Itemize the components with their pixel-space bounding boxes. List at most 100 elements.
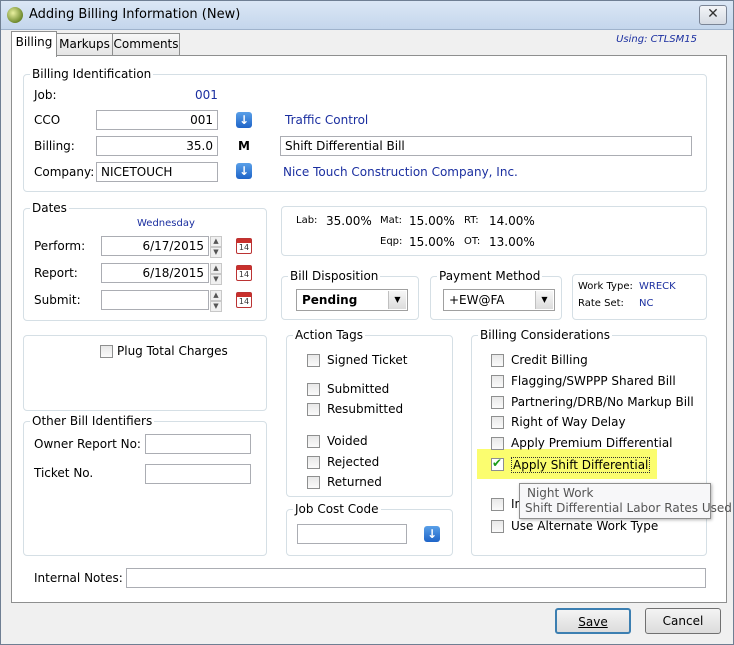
alternate-work-type-label: Use Alternate Work Type <box>511 519 659 533</box>
cco-input[interactable]: 001 <box>96 110 218 130</box>
group-title: Dates <box>30 201 69 215</box>
tooltip-line-1: Night Work <box>527 486 594 500</box>
report-label: Report: <box>34 266 78 280</box>
perform-date-input[interactable]: 6/17/2015 <box>101 236 209 256</box>
resubmitted-label: Resubmitted <box>327 402 404 416</box>
tab-comments[interactable]: Comments <box>112 33 180 56</box>
billing-description-input[interactable]: Shift Differential Bill <box>280 136 692 156</box>
group-title: Action Tags <box>293 328 365 342</box>
in-checkbox[interactable] <box>491 498 504 511</box>
flagging-label: Flagging/SWPPP Shared Bill <box>511 374 676 388</box>
work-type-value: WRECK <box>639 281 676 292</box>
mat-value: 15.00% <box>409 214 455 228</box>
cco-lookup-arrow-icon[interactable]: ↓ <box>236 112 252 128</box>
signed-ticket-checkbox[interactable] <box>307 354 320 367</box>
submitted-label: Submitted <box>327 382 390 396</box>
resubmitted-checkbox[interactable] <box>307 403 320 416</box>
alternate-work-type-checkbox[interactable] <box>491 520 504 533</box>
premium-differential-checkbox[interactable] <box>491 437 504 450</box>
signed-ticket-label: Signed Ticket <box>327 353 408 367</box>
billing-input[interactable]: 35.0 <box>96 136 218 156</box>
job-cost-lookup-arrow-icon[interactable]: ↓ <box>424 526 440 542</box>
perform-calendar-icon[interactable]: 14 <box>236 238 252 254</box>
shift-differential-label: Apply Shift Differential <box>511 457 651 473</box>
ticket-input[interactable] <box>145 464 251 484</box>
title-bar: Adding Billing Information (New) ✕ <box>1 1 733 30</box>
internal-notes-input[interactable] <box>126 568 706 588</box>
partnering-checkbox[interactable] <box>491 396 504 409</box>
save-button[interactable]: Save <box>555 608 631 634</box>
save-button-label: Save <box>578 615 608 629</box>
eqp-label: Eqp: <box>380 236 403 247</box>
shift-differential-checkbox[interactable] <box>491 456 504 471</box>
perform-label: Perform: <box>34 239 86 253</box>
dropdown-arrow-icon[interactable]: ▼ <box>388 291 406 309</box>
ticket-label: Ticket No. <box>34 466 94 480</box>
perform-spinner[interactable]: ▲ ▼ <box>210 236 222 258</box>
rt-value: 14.00% <box>489 214 535 228</box>
ot-value: 13.00% <box>489 235 535 249</box>
submit-spinner[interactable]: ▲ ▼ <box>210 290 222 312</box>
group-title: Payment Method <box>437 269 543 283</box>
cancel-button[interactable]: Cancel <box>645 608 721 634</box>
submit-label: Submit: <box>34 293 81 307</box>
billing-window: Adding Billing Information (New) ✕ Billi… <box>0 0 734 645</box>
company-lookup-arrow-icon[interactable]: ↓ <box>236 163 252 179</box>
eqp-value: 15.00% <box>409 235 455 249</box>
returned-label: Returned <box>327 475 382 489</box>
partnering-label: Partnering/DRB/No Markup Bill <box>511 395 694 409</box>
report-spinner[interactable]: ▲ ▼ <box>210 263 222 285</box>
weekday-label: Wednesday <box>137 218 195 229</box>
company-label: Company: <box>34 165 95 179</box>
owner-report-input[interactable] <box>145 434 251 454</box>
job-label: Job: <box>34 88 57 102</box>
rate-set-value: NC <box>639 298 654 309</box>
rate-set-label: Rate Set: <box>578 298 624 309</box>
bill-disposition-select[interactable]: Pending ▼ <box>296 289 408 311</box>
group-title: Other Bill Identifiers <box>30 414 155 428</box>
lab-label: Lab: <box>296 215 318 226</box>
returned-checkbox[interactable] <box>307 476 320 489</box>
right-of-way-label: Right of Way Delay <box>511 415 626 429</box>
job-cost-code-input[interactable] <box>297 524 407 544</box>
premium-differential-label: Apply Premium Differential <box>511 436 673 450</box>
company-input[interactable]: NICETOUCH <box>96 162 218 182</box>
shift-differential-tooltip: Night Work Shift Differential Labor Rate… <box>519 483 732 519</box>
right-of-way-checkbox[interactable] <box>491 416 504 429</box>
credit-billing-label: Credit Billing <box>511 353 588 367</box>
window-title: Adding Billing Information (New) <box>29 7 241 22</box>
rejected-checkbox[interactable] <box>307 456 320 469</box>
group-title: Billing Identification <box>30 67 154 81</box>
mat-label: Mat: <box>380 215 403 226</box>
submit-calendar-icon[interactable]: 14 <box>236 292 252 308</box>
owner-report-label: Owner Report No: <box>34 437 141 451</box>
tab-billing[interactable]: Billing <box>11 31 57 57</box>
flagging-checkbox[interactable] <box>491 375 504 388</box>
voided-checkbox[interactable] <box>307 435 320 448</box>
billing-label: Billing: <box>34 139 75 153</box>
payment-method-select[interactable]: +EW@FA ▼ <box>443 289 555 311</box>
lab-value: 35.00% <box>326 214 372 228</box>
report-calendar-icon[interactable]: 14 <box>236 265 252 281</box>
dropdown-arrow-icon[interactable]: ▼ <box>535 291 553 309</box>
close-icon[interactable]: ✕ <box>699 5 727 25</box>
rejected-label: Rejected <box>327 455 380 469</box>
plug-total-checkbox[interactable] <box>100 345 113 358</box>
work-type-label: Work Type: <box>578 281 633 292</box>
internal-notes-label: Internal Notes: <box>34 571 123 585</box>
rt-label: RT: <box>464 215 479 226</box>
submitted-checkbox[interactable] <box>307 383 320 396</box>
credit-billing-checkbox[interactable] <box>491 354 504 367</box>
cco-description: Traffic Control <box>285 113 369 127</box>
using-label: Using: CTLSM15 <box>616 34 697 45</box>
report-date-input[interactable]: 6/18/2015 <box>101 263 209 283</box>
tab-markups[interactable]: Markups <box>56 33 113 56</box>
payment-method-value: +EW@FA <box>449 293 505 307</box>
group-title: Bill Disposition <box>288 269 381 283</box>
ot-label: OT: <box>464 236 481 247</box>
submit-date-input[interactable] <box>101 290 209 310</box>
plug-total-label: Plug Total Charges <box>117 344 228 358</box>
cco-label: CCO <box>34 113 61 127</box>
voided-label: Voided <box>327 434 368 448</box>
group-title: Billing Considerations <box>478 328 613 342</box>
